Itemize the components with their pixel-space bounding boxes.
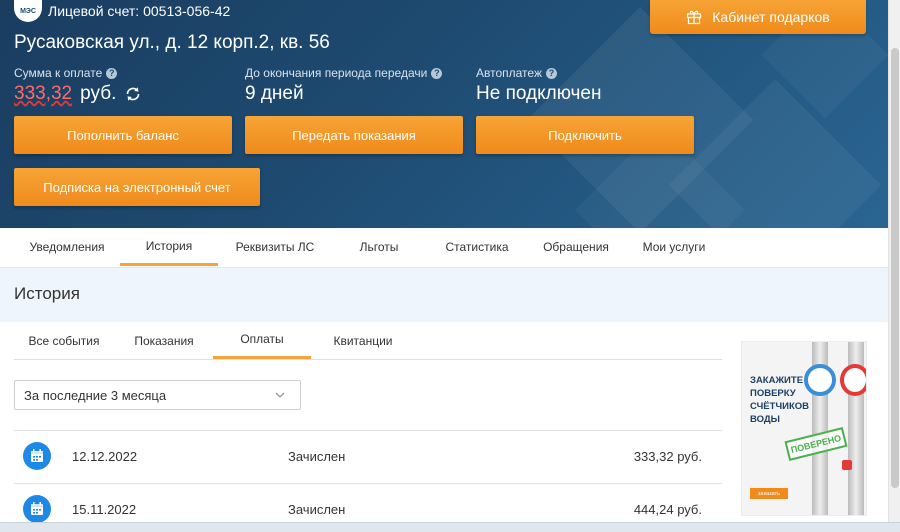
ad-valve-graphic — [842, 460, 852, 470]
tab-statistics[interactable]: Статистика — [432, 228, 522, 266]
os-taskbar — [0, 522, 900, 532]
subtab-receipts[interactable]: Квитанции — [314, 322, 412, 359]
row-sum: 333,32 руб. — [633, 449, 702, 464]
due-amount-value: 333,32 — [14, 83, 73, 104]
ad-order-button[interactable]: заказать — [750, 488, 788, 499]
page-title: История — [14, 284, 80, 303]
period-select[interactable]: За последние 3 месяца — [14, 380, 301, 410]
account-header: МЭС Лицевой счет: 00513-056-42 Русаковск… — [0, 0, 888, 228]
e-invoice-subscribe-button[interactable]: Подписка на электронный счет — [14, 168, 260, 206]
period-label: До окончания периода передачи ? — [245, 66, 443, 80]
refresh-icon[interactable] — [124, 85, 142, 103]
gifts-cabinet-button[interactable]: Кабинет подарков — [650, 0, 866, 34]
period-value: 9 дней — [245, 83, 304, 104]
tab-notifications[interactable]: Уведомления — [20, 228, 114, 266]
table-row[interactable]: 12.12.2022 Зачислен 333,32 руб. — [14, 431, 722, 483]
tab-history[interactable]: История — [120, 228, 218, 266]
chevron-down-icon — [275, 392, 285, 398]
ad-meter-graphic — [840, 364, 866, 396]
autopay-label-text: Автоплатеж — [476, 66, 542, 80]
history-subtabs: Все события Показания Оплаты Квитанции — [14, 322, 722, 360]
row-date: 12.12.2022 — [72, 449, 138, 464]
due-amount-currency: руб. — [80, 83, 117, 104]
history-header: История — [0, 268, 888, 322]
subtab-all-events[interactable]: Все события — [14, 322, 114, 359]
ad-headline: ЗАКАЖИТЕ ПОВЕРКУ СЧЁТЧИКОВ ВОДЫ — [750, 375, 810, 425]
meter-verification-ad[interactable]: ЗАКАЖИТЕ ПОВЕРКУ СЧЁТЧИКОВ ВОДЫ ПОВЕРЕНО… — [741, 341, 867, 516]
help-icon[interactable]: ? — [546, 67, 557, 79]
connect-autopay-button[interactable]: Подключить — [476, 116, 694, 154]
row-status: Зачислен — [288, 449, 346, 464]
autopay-value: Не подключен — [476, 83, 602, 104]
account-number: Лицевой счет: 00513-056-42 — [48, 3, 231, 19]
tab-benefits[interactable]: Льготы — [340, 228, 418, 266]
tab-requisites[interactable]: Реквизиты ЛС — [226, 228, 324, 266]
period-label-text: До окончания периода передачи — [245, 66, 428, 80]
autopay-label: Автоплатеж ? — [476, 66, 557, 80]
subtab-payments[interactable]: Оплаты — [213, 322, 311, 359]
calendar-icon — [23, 495, 51, 523]
calendar-icon — [23, 442, 51, 470]
submit-readings-button[interactable]: Передать показания — [245, 116, 463, 154]
account-tabs: Уведомления История Реквизиты ЛС Льготы … — [0, 228, 888, 268]
help-icon[interactable]: ? — [431, 67, 443, 79]
top-up-button[interactable]: Пополнить баланс — [14, 116, 232, 154]
help-icon[interactable]: ? — [106, 67, 118, 79]
due-label-text: Сумма к оплате — [14, 66, 103, 80]
gifts-cabinet-label: Кабинет подарков — [712, 9, 830, 25]
row-sum: 444,24 руб. — [633, 502, 702, 517]
period-select-value: За последние 3 месяца — [24, 387, 167, 403]
subtab-readings[interactable]: Показания — [118, 322, 210, 359]
page-scrollbar[interactable] — [888, 0, 900, 522]
gift-icon — [687, 10, 702, 25]
due-amount: 333,32 руб. — [14, 83, 142, 105]
company-logo[interactable]: МЭС — [14, 0, 42, 22]
scrollbar-thumb[interactable] — [891, 48, 899, 488]
tab-my-services[interactable]: Мои услуги — [634, 228, 714, 266]
due-label: Сумма к оплате ? — [14, 66, 118, 80]
row-status: Зачислен — [288, 502, 346, 517]
tab-appeals[interactable]: Обращения — [534, 228, 618, 266]
account-address: Русаковская ул., д. 12 корп.2, кв. 56 — [14, 32, 330, 53]
row-date: 15.11.2022 — [72, 502, 137, 517]
